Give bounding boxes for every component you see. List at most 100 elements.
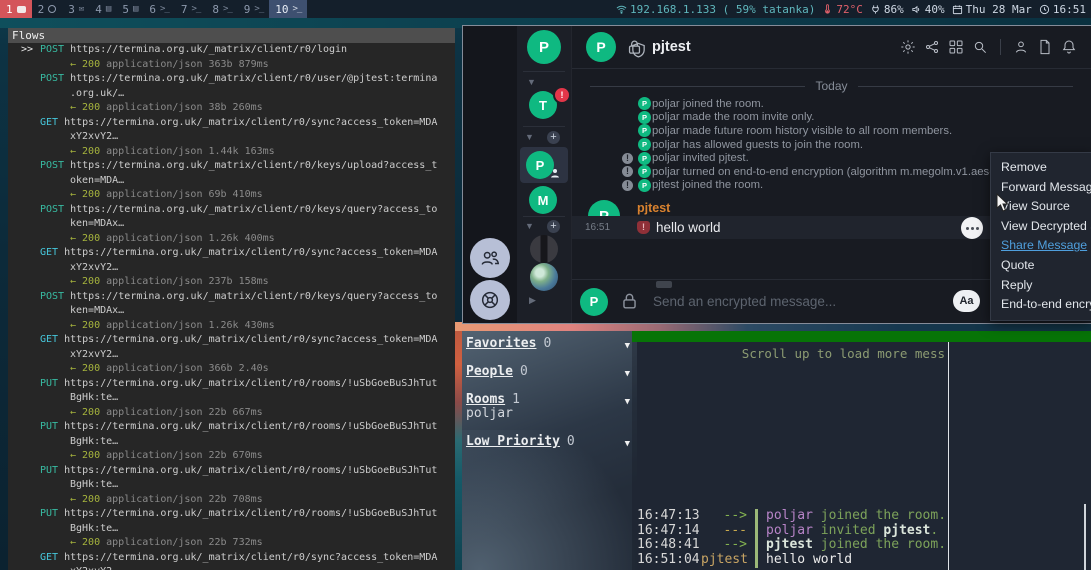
context-menu-item-end-to-end-encryp[interactable]: End-to-end encryp: [991, 295, 1091, 315]
workspace-button-1[interactable]: 1: [0, 0, 32, 18]
flow-entry[interactable]: GET https://termina.org.uk/_matrix/clien…: [8, 116, 455, 160]
flow-entry[interactable]: POST https://termina.org.uk/_matrix/clie…: [8, 72, 455, 116]
explore-communities-button[interactable]: [470, 280, 510, 320]
chat-message-part: pjtest: [883, 523, 930, 538]
flow-method: POST: [40, 44, 64, 55]
flow-entry[interactable]: POST https://termina.org.uk/_matrix/clie…: [8, 203, 455, 247]
buffer-room-item[interactable]: poljar: [466, 407, 632, 421]
terminal-scrollbar[interactable]: [1084, 504, 1086, 570]
context-menu-item-view-decrypted-s[interactable]: View Decrypted S: [991, 217, 1091, 237]
flow-response-line: ← 200 application/json 22b 670ms: [8, 449, 455, 464]
day-divider: Today: [590, 79, 1073, 93]
flow-entry[interactable]: PUT https://termina.org.uk/_matrix/clien…: [8, 464, 455, 508]
flow-entry[interactable]: POST https://termina.org.uk/_matrix/clie…: [8, 159, 455, 203]
add-room-button[interactable]: +: [547, 220, 560, 233]
message-options-button[interactable]: [961, 217, 983, 239]
event-avatar: P: [638, 138, 651, 151]
collapse-triangle-icon[interactable]: ▼: [625, 437, 630, 451]
chevron-down-icon[interactable]: ▼: [525, 132, 534, 142]
flow-entry[interactable]: POST https://termina.org.uk/_matrix/clie…: [8, 290, 455, 334]
selected-flow-marker: >>: [21, 43, 33, 58]
workspace-button-5[interactable]: 5▤: [116, 0, 143, 18]
flow-response-line: ← 200 application/json 22b 732ms: [8, 536, 455, 551]
workspace-button-4[interactable]: 4▤: [89, 0, 116, 18]
workspace-button-7[interactable]: 7>_: [175, 0, 206, 18]
message-timestamp: 16:51: [585, 222, 610, 233]
notifications-bell-icon[interactable]: [1061, 39, 1077, 55]
context-menu-item-quote[interactable]: Quote: [991, 256, 1091, 276]
buffer-section-header[interactable]: People0▼: [466, 365, 632, 379]
buffer-section-header[interactable]: Low Priority0▼: [466, 435, 632, 449]
timeline-event: Ppoljar made the room invite only.: [572, 111, 1091, 125]
chevron-right-icon[interactable]: ▶: [529, 295, 536, 305]
explore-icon: [479, 289, 501, 311]
room-avatar[interactable]: P: [586, 32, 616, 62]
chevron-down-icon[interactable]: ▼: [525, 221, 534, 231]
notification-badge: !: [553, 86, 571, 104]
flow-request-line: POST https://termina.org.uk/_matrix/clie…: [8, 290, 455, 305]
search-icon[interactable]: [972, 39, 988, 55]
workspace-button-2[interactable]: 2: [32, 0, 63, 18]
flow-entry[interactable]: PUT https://termina.org.uk/_matrix/clien…: [8, 377, 455, 421]
workspace-button-10[interactable]: 10>_: [269, 0, 307, 18]
settings-gear-icon[interactable]: [900, 39, 916, 55]
workspace-button-8[interactable]: 8>_: [206, 0, 237, 18]
chat-prefix: ---: [701, 524, 747, 539]
mouse-cursor: [996, 193, 1009, 212]
status-area: 192.168.1.133 ( 59% tatanka) 72°C 86% 40…: [616, 3, 1091, 16]
room-avatar[interactable]: M: [529, 186, 557, 214]
divider: [523, 126, 565, 127]
date-text: Thu 28 Mar: [966, 3, 1032, 16]
flow-entry[interactable]: PUT https://termina.org.uk/_matrix/clien…: [8, 507, 455, 551]
context-menu-item-remove[interactable]: Remove: [991, 158, 1091, 178]
flow-response-line: ← 200 application/json 1.26k 430ms: [8, 319, 455, 334]
members-button[interactable]: [470, 238, 510, 278]
member-list-icon[interactable]: [1013, 39, 1029, 55]
flow-url-continuation: BgHk:te…: [8, 478, 455, 493]
flow-method: GET: [40, 117, 58, 128]
workspace-button-3[interactable]: 3✉: [62, 0, 89, 18]
text-format-button[interactable]: Aa: [953, 290, 980, 312]
chat-prefix: pjtest: [701, 553, 747, 568]
thermometer-icon: [822, 4, 833, 15]
response-meta: application/json 1.26k 400ms: [100, 233, 275, 244]
event-text: pjtest joined the room.: [652, 179, 763, 191]
wallpaper-strip: [455, 331, 462, 570]
add-room-button[interactable]: +: [547, 131, 560, 144]
room-avatar-image[interactable]: [530, 235, 558, 263]
workspace-button-9[interactable]: 9>_: [238, 0, 269, 18]
composer-input[interactable]: Send an encrypted message...: [653, 294, 836, 309]
selected-room-tile[interactable]: P: [520, 147, 568, 183]
context-menu-item-share-message[interactable]: Share Message: [991, 236, 1091, 256]
flow-entry[interactable]: GET https://termina.org.uk/_matrix/clien…: [8, 333, 455, 377]
file-icon[interactable]: [1037, 39, 1053, 55]
flow-entry[interactable]: >>POST https://termina.org.uk/_matrix/cl…: [8, 43, 455, 72]
response-status: ← 200: [70, 320, 100, 331]
context-menu-item-reply[interactable]: Reply: [991, 276, 1091, 296]
room-avatar-image[interactable]: [530, 263, 558, 291]
buffer-section-header[interactable]: Favorites0▼: [466, 337, 632, 351]
collapse-triangle-icon[interactable]: ▼: [625, 339, 630, 353]
apps-grid-icon[interactable]: [948, 39, 964, 55]
weechat-window: Favorites0▼ People0▼ Rooms1▼poljar Low Prio…: [462, 331, 1091, 570]
flow-method: GET: [40, 247, 58, 258]
buffer-section-header[interactable]: Rooms1▼: [466, 393, 632, 407]
collapse-triangle-icon[interactable]: ▼: [625, 367, 630, 381]
chat-message-part: .: [930, 523, 938, 538]
flow-url-continuation: ken=MDAx…: [8, 217, 455, 232]
workspace-button-6[interactable]: 6>_: [143, 0, 174, 18]
flow-entry[interactable]: GET https://termina.org.uk/_matrix/clien…: [8, 551, 455, 570]
share-icon[interactable]: [924, 39, 940, 55]
collapse-triangle-icon[interactable]: ▼: [625, 395, 630, 409]
message-context-menu: RemoveForward MessageView SourceView Dec…: [990, 152, 1091, 321]
chevron-down-icon[interactable]: ▼: [527, 77, 536, 87]
flow-response-line: ← 200 application/json 22b 667ms: [8, 406, 455, 421]
flow-response-line: ← 200 application/json 366b 2.40s: [8, 362, 455, 377]
flow-entry[interactable]: PUT https://termina.org.uk/_matrix/clien…: [8, 420, 455, 464]
people-icon: [479, 247, 501, 269]
clock-status: 16:51: [1039, 3, 1086, 16]
shield-icon: [630, 42, 647, 59]
flow-entry[interactable]: GET https://termina.org.uk/_matrix/clien…: [8, 246, 455, 290]
user-avatar[interactable]: P: [527, 30, 561, 64]
chat-message-part: joined the room.: [813, 537, 946, 552]
